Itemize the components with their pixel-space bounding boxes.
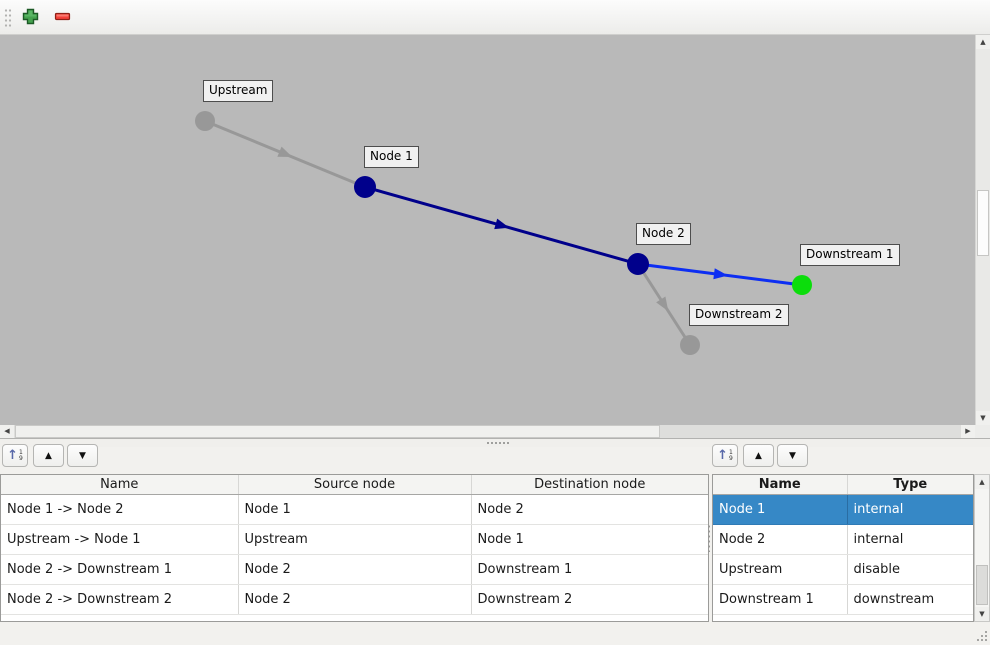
column-header-name[interactable]: Name bbox=[713, 475, 847, 495]
table-row[interactable]: Upstream -> Node 1UpstreamNode 1 bbox=[1, 525, 708, 555]
graph-node[interactable] bbox=[354, 176, 376, 198]
cell-destination: Node 2 bbox=[471, 495, 708, 525]
edge-arrow-icon bbox=[494, 219, 509, 230]
cell-source: Node 2 bbox=[238, 555, 471, 585]
table-row[interactable]: Upstreamdisable bbox=[713, 555, 973, 585]
edge-arrow-icon bbox=[277, 147, 292, 157]
nodes-table-header: NameType bbox=[713, 475, 973, 495]
cell-type: internal bbox=[847, 525, 973, 555]
canvas-horizontal-scrollbar[interactable]: ◀ ▶ bbox=[0, 425, 975, 438]
cell-source: Node 2 bbox=[238, 585, 471, 615]
down-arrow-icon: ▼ bbox=[79, 451, 86, 461]
plus-icon bbox=[22, 8, 39, 29]
scroll-down-icon[interactable]: ▼ bbox=[975, 607, 989, 621]
cell-type: internal bbox=[847, 495, 973, 525]
cell-name: Downstream 1 bbox=[713, 585, 847, 615]
graph-svg bbox=[0, 35, 975, 425]
canvas-vertical-scrollbar[interactable]: ▲ ▼ bbox=[975, 35, 990, 425]
edges-table-header: NameSource nodeDestination node bbox=[1, 475, 708, 495]
table-row[interactable]: Node 1 -> Node 2Node 1Node 2 bbox=[1, 495, 708, 525]
cell-name: Node 1 -> Node 2 bbox=[1, 495, 238, 525]
nodes-scrollbar-thumb[interactable] bbox=[976, 565, 988, 605]
nodes-move-down-button[interactable]: ▼ bbox=[777, 444, 808, 467]
graph-node[interactable] bbox=[195, 111, 215, 131]
scrollbar-corner bbox=[975, 425, 990, 438]
graph-node[interactable] bbox=[680, 335, 700, 355]
table-row[interactable]: Node 2 -> Downstream 2Node 2Downstream 2 bbox=[1, 585, 708, 615]
nodes-move-up-button[interactable]: ▲ bbox=[743, 444, 774, 467]
column-header-type[interactable]: Type bbox=[847, 475, 973, 495]
vertical-splitter-handle[interactable] bbox=[707, 524, 711, 552]
up-arrow-icon: ▲ bbox=[755, 451, 762, 461]
cell-name: Upstream bbox=[713, 555, 847, 585]
cell-destination: Downstream 2 bbox=[471, 585, 708, 615]
nodes-sort-button[interactable]: ↑ 19 bbox=[712, 444, 738, 467]
horizontal-scrollbar-thumb[interactable] bbox=[15, 425, 660, 438]
sort-ascending-icon: ↑ 19 bbox=[717, 449, 733, 462]
table-row[interactable]: Downstream 1downstream bbox=[713, 585, 973, 615]
application-window: UpstreamNode 1Node 2Downstream 1Downstre… bbox=[0, 0, 990, 645]
remove-button[interactable] bbox=[52, 9, 72, 27]
graph-node[interactable] bbox=[627, 253, 649, 275]
cell-name: Node 1 bbox=[713, 495, 847, 525]
cell-name: Node 2 bbox=[713, 525, 847, 555]
cell-name: Upstream -> Node 1 bbox=[1, 525, 238, 555]
cell-destination: Downstream 1 bbox=[471, 555, 708, 585]
cell-type: disable bbox=[847, 555, 973, 585]
sort-ascending-icon: ↑ 19 bbox=[7, 449, 23, 462]
down-arrow-icon: ▼ bbox=[789, 451, 796, 461]
column-header-source-node[interactable]: Source node bbox=[238, 475, 471, 495]
node-label[interactable]: Node 2 bbox=[636, 223, 691, 245]
cell-name: Node 2 -> Downstream 1 bbox=[1, 555, 238, 585]
edges-sort-button[interactable]: ↑ 19 bbox=[2, 444, 28, 467]
scroll-down-icon[interactable]: ▼ bbox=[976, 411, 990, 425]
node-label[interactable]: Downstream 2 bbox=[689, 304, 789, 326]
nodes-table: NameType Node 1internalNode 2internalUps… bbox=[712, 474, 974, 622]
graph-node[interactable] bbox=[792, 275, 812, 295]
edges-move-up-button[interactable]: ▲ bbox=[33, 444, 64, 467]
table-row[interactable]: Node 2internal bbox=[713, 525, 973, 555]
column-header-name[interactable]: Name bbox=[1, 475, 238, 495]
cell-destination: Node 1 bbox=[471, 525, 708, 555]
scroll-up-icon[interactable]: ▲ bbox=[975, 475, 989, 489]
toolbar-drag-handle[interactable] bbox=[4, 8, 12, 29]
nodes-table-scrollbar[interactable]: ▲ ▼ bbox=[974, 474, 990, 622]
edges-move-down-button[interactable]: ▼ bbox=[67, 444, 98, 467]
graph-canvas[interactable]: Upstream Node 1 Node 2 Downstream 1 Downstre… bbox=[0, 35, 975, 425]
minus-icon bbox=[54, 8, 71, 29]
horizontal-splitter[interactable] bbox=[0, 438, 990, 447]
table-row[interactable]: Node 1internal bbox=[713, 495, 973, 525]
vertical-scrollbar-thumb[interactable] bbox=[977, 190, 989, 256]
cell-type: downstream bbox=[847, 585, 973, 615]
up-arrow-icon: ▲ bbox=[45, 451, 52, 461]
scroll-right-icon[interactable]: ▶ bbox=[961, 425, 975, 438]
scroll-up-icon[interactable]: ▲ bbox=[976, 35, 990, 49]
window-resize-grip[interactable] bbox=[977, 639, 979, 641]
splitter-handle-icon bbox=[486, 441, 509, 444]
column-header-destination-node[interactable]: Destination node bbox=[471, 475, 708, 495]
add-button[interactable] bbox=[20, 9, 40, 27]
node-label[interactable]: Node 1 bbox=[364, 146, 419, 168]
cell-source: Upstream bbox=[238, 525, 471, 555]
scroll-left-icon[interactable]: ◀ bbox=[0, 425, 14, 438]
cell-name: Node 2 -> Downstream 2 bbox=[1, 585, 238, 615]
main-toolbar bbox=[0, 0, 990, 35]
table-row[interactable]: Node 2 -> Downstream 1Node 2Downstream 1 bbox=[1, 555, 708, 585]
edge-arrow-icon bbox=[656, 296, 668, 311]
cell-source: Node 1 bbox=[238, 495, 471, 525]
node-label[interactable]: Upstream bbox=[203, 80, 273, 102]
node-label[interactable]: Downstream 1 bbox=[800, 244, 900, 266]
edges-table: NameSource nodeDestination node Node 1 -… bbox=[0, 474, 709, 622]
